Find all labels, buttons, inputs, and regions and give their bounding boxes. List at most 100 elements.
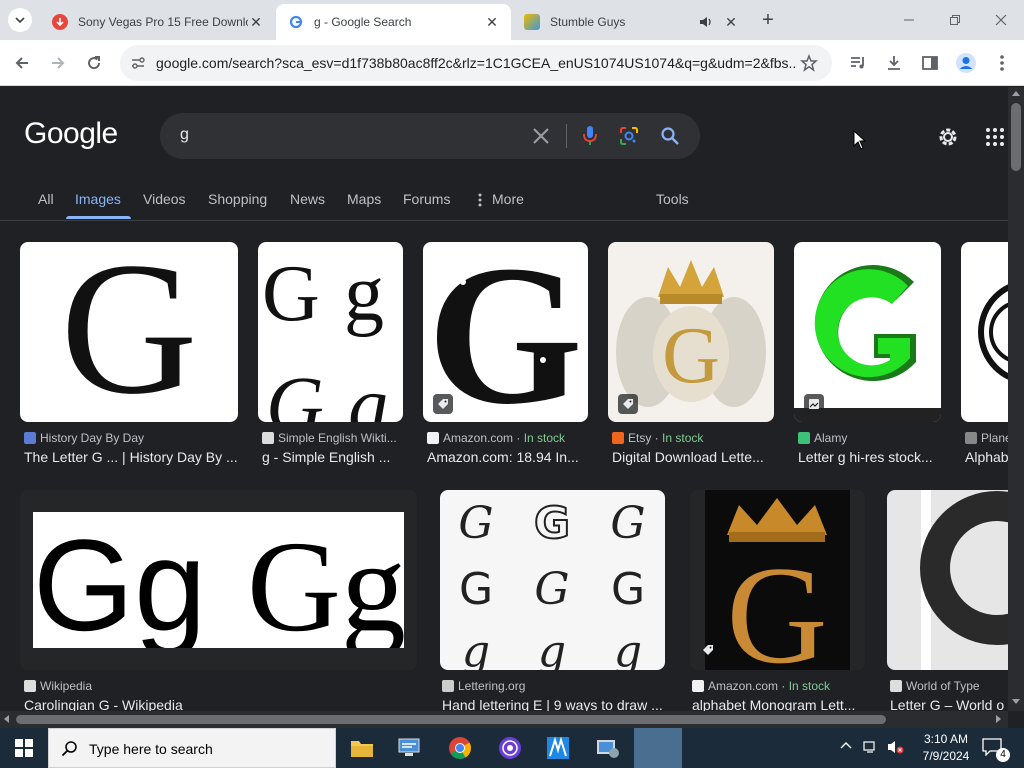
close-tab-icon[interactable]: ✕	[722, 13, 740, 31]
tab-videos[interactable]: Videos	[143, 191, 186, 207]
restore-button[interactable]	[932, 0, 978, 40]
tab-more[interactable]: More	[492, 191, 524, 207]
downloads-button[interactable]	[879, 48, 909, 78]
search-submit-icon[interactable]	[660, 126, 680, 151]
volume-muted-icon[interactable]	[886, 739, 904, 758]
tab-stumble-guys[interactable]: Stumble Guys ✕	[512, 4, 752, 40]
reload-icon	[88, 56, 101, 70]
minimize-button[interactable]	[886, 0, 932, 40]
tab-search-button[interactable]	[8, 8, 32, 32]
search-input[interactable]: g	[180, 126, 189, 144]
chrome-app[interactable]	[436, 728, 484, 768]
svg-text:g: g	[462, 626, 490, 670]
browser-menu-button[interactable]	[987, 48, 1017, 78]
tab-forums[interactable]: Forums	[403, 191, 450, 207]
vertical-scrollbar[interactable]	[1008, 87, 1024, 711]
result-caption[interactable]: Hand lettering E | 9 ways to draw ...	[442, 697, 667, 711]
result-image-7[interactable]: Gg Gg	[20, 490, 417, 670]
media-control-button[interactable]	[843, 48, 873, 78]
google-favicon-icon	[288, 14, 304, 30]
result-image-2[interactable]: GgGg	[258, 242, 403, 422]
scroll-up-arrow-icon[interactable]	[1012, 91, 1020, 96]
scroll-down-arrow-icon[interactable]	[1012, 699, 1020, 704]
tab-sony-vegas[interactable]: Sony Vegas Pro 15 Free Downlo ✕	[40, 4, 275, 40]
settings-button[interactable]	[936, 125, 960, 154]
site-info-icon[interactable]	[130, 55, 146, 76]
google-apps-button[interactable]	[985, 127, 1005, 152]
forward-button[interactable]	[43, 48, 73, 78]
result-image-4[interactable]: G	[608, 242, 774, 422]
settings-app[interactable]	[584, 728, 632, 768]
voice-search-icon[interactable]	[582, 125, 598, 152]
tab-images[interactable]: Images	[75, 191, 121, 207]
more-dots-icon[interactable]	[478, 193, 482, 212]
tab-title: g - Google Search	[314, 15, 412, 29]
result-caption[interactable]: g - Simple English ...	[262, 449, 403, 465]
tab-news[interactable]: News	[290, 191, 325, 207]
result-source[interactable]: Etsy · In stock	[612, 431, 703, 445]
result-caption[interactable]: Digital Download Lette...	[612, 449, 774, 465]
horizontal-scroll-thumb[interactable]	[16, 715, 886, 724]
tools-button[interactable]: Tools	[656, 191, 689, 207]
scroll-left-arrow-icon[interactable]	[4, 715, 9, 723]
profile-button[interactable]	[951, 48, 981, 78]
result-source[interactable]: Amazon.com · In stock	[427, 431, 565, 445]
new-tab-button[interactable]: +	[756, 8, 780, 32]
result-image-5[interactable]	[794, 242, 941, 422]
google-logo[interactable]: Google	[24, 117, 118, 151]
result-caption[interactable]: Carolingian G - Wikipedia	[24, 697, 417, 711]
search-box[interactable]: g	[160, 113, 700, 159]
result-source[interactable]: History Day By Day	[24, 431, 144, 445]
svg-text:G: G	[262, 250, 320, 338]
side-panel-button[interactable]	[915, 48, 945, 78]
result-source[interactable]: Wikipedia	[24, 679, 92, 693]
result-image-1[interactable]: G	[20, 242, 238, 422]
vertical-scroll-thumb[interactable]	[1011, 103, 1021, 171]
editor-app[interactable]	[534, 728, 582, 768]
result-image-6[interactable]	[961, 242, 1008, 422]
scroll-right-arrow-icon[interactable]	[996, 715, 1001, 723]
back-button[interactable]	[7, 48, 37, 78]
result-source[interactable]: Alamy	[798, 431, 847, 445]
result-caption[interactable]: Alphab	[965, 449, 1008, 465]
result-caption[interactable]: The Letter G ... | History Day By ...	[24, 449, 238, 465]
file-explorer-app[interactable]	[338, 728, 386, 768]
active-window-indicator[interactable]	[634, 728, 682, 768]
close-window-button[interactable]	[978, 0, 1024, 40]
result-source[interactable]: World of Type	[890, 679, 980, 693]
bookmark-star-icon[interactable]	[800, 53, 818, 77]
result-caption[interactable]: Letter G – World o	[890, 697, 1008, 711]
network-icon[interactable]	[862, 739, 878, 758]
result-source[interactable]: Plane	[965, 431, 1008, 445]
clock-date[interactable]: 7/9/2024	[916, 749, 976, 763]
result-image-9[interactable]: G	[690, 490, 865, 670]
result-source[interactable]: Lettering.org	[442, 679, 525, 693]
result-caption[interactable]: Letter g hi-res stock...	[798, 449, 941, 465]
google-lens-icon[interactable]	[619, 126, 639, 151]
close-tab-icon[interactable]: ✕	[483, 13, 501, 31]
control-panel-app[interactable]	[386, 728, 434, 768]
close-tab-icon[interactable]: ✕	[247, 13, 265, 31]
address-bar[interactable]: google.com/search?sca_esv=d1f738b80ac8ff…	[120, 45, 832, 81]
result-image-8[interactable]: G G G G G G g g g	[440, 490, 665, 670]
media-app[interactable]	[486, 728, 534, 768]
show-hidden-icons-icon[interactable]	[840, 740, 852, 755]
tab-maps[interactable]: Maps	[347, 191, 381, 207]
tab-all[interactable]: All	[38, 191, 54, 207]
result-image-10[interactable]	[887, 490, 1008, 670]
result-caption[interactable]: alphabet Monogram Lett...	[692, 697, 867, 711]
clock-time[interactable]: 3:10 AM	[916, 732, 976, 746]
start-button[interactable]	[0, 728, 48, 768]
tab-google-search[interactable]: g - Google Search ✕	[276, 4, 511, 40]
tab-shopping[interactable]: Shopping	[208, 191, 267, 207]
result-source[interactable]: Amazon.com · In stock	[692, 679, 830, 693]
audio-playing-icon[interactable]	[698, 14, 714, 33]
taskbar-search-box[interactable]: Type here to search	[48, 728, 336, 768]
svg-text:G: G	[610, 498, 645, 549]
result-caption[interactable]: Amazon.com: 18.94 In...	[427, 449, 588, 465]
clear-search-icon[interactable]	[532, 127, 550, 150]
horizontal-scrollbar[interactable]	[0, 711, 1008, 728]
reload-button[interactable]	[79, 48, 109, 78]
result-source[interactable]: Simple English Wikti...	[262, 431, 397, 445]
result-image-3[interactable]: G	[423, 242, 588, 422]
